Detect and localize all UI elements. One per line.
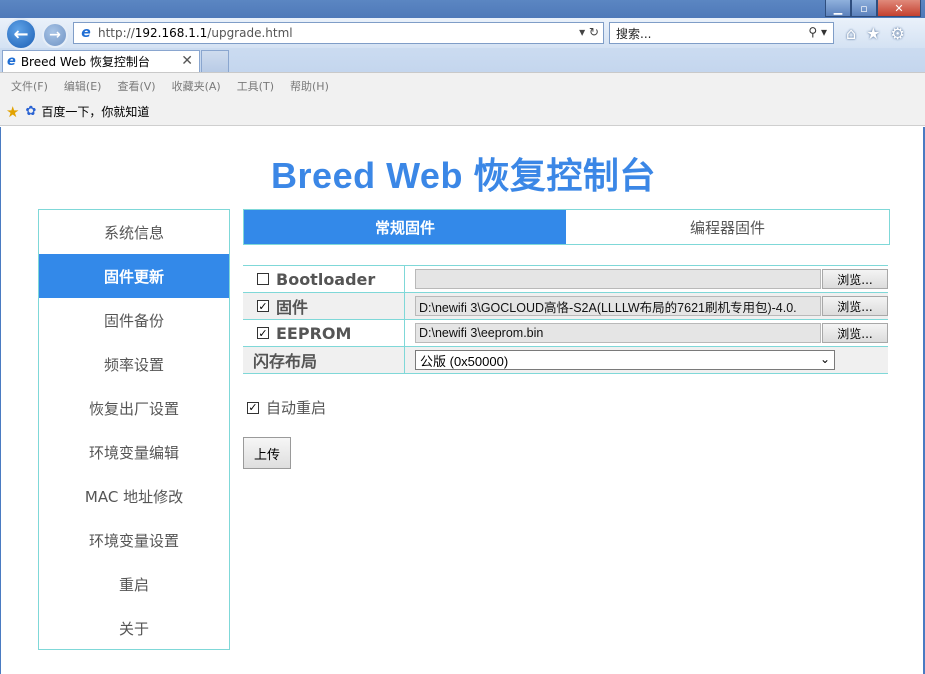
bootloader-label-cell: Bootloader (243, 266, 405, 292)
row-flash-layout: 闪存布局 公版 (0x50000) ⌄ (243, 347, 888, 374)
firmware-tabs: 常规固件 编程器固件 (243, 209, 890, 245)
browser-chrome: ▁ ▫ ✕ ← → e http://192.168.1.1/upgrade.h… (0, 0, 925, 72)
eeprom-file-field[interactable]: D:\newifi 3\eeprom.bin (415, 323, 821, 343)
sidebar-item-firmware-update[interactable]: 固件更新 (39, 254, 229, 298)
home-icon[interactable]: ⌂ (846, 24, 856, 43)
sidebar-item-firmware-backup[interactable]: 固件备份 (39, 298, 229, 342)
sidebar-item-system-info[interactable]: 系统信息 (39, 210, 229, 254)
sidebar-item-factory-reset[interactable]: 恢复出厂设置 (39, 386, 229, 430)
favorites-bar: ★ ✿ 百度一下，你就知道 (0, 98, 925, 126)
bootloader-file-field[interactable] (415, 269, 821, 289)
bootloader-browse-button[interactable]: 浏览... (822, 269, 888, 289)
flash-layout-label: 闪存布局 (243, 347, 405, 373)
bootloader-input-cell: 浏览... (405, 266, 888, 292)
browser-tab-title: Breed Web 恢复控制台 (20, 55, 150, 69)
auto-reboot-checkbox[interactable]: ✓ (247, 401, 259, 414)
firmware-file-field[interactable]: D:\newifi 3\GOCLOUD高恪-S2A(LLLLW布局的7621刷机… (415, 296, 821, 316)
url-path: /upgrade.html (207, 26, 293, 40)
firmware-label: 固件 (276, 298, 309, 317)
firmware-checkbox[interactable]: ✓ (257, 300, 269, 312)
search-icon[interactable]: ⚲ ▾ (808, 25, 827, 39)
arrow-right-icon: → (49, 27, 61, 43)
sidebar-item-about[interactable]: 关于 (39, 606, 229, 650)
menu-view[interactable]: 查看(V) (117, 78, 155, 94)
close-button[interactable]: ✕ (877, 0, 921, 17)
sidebar-item-env-settings[interactable]: 环境变量设置 (39, 518, 229, 562)
baidu-paw-icon: ✿ (25, 104, 37, 119)
arrow-left-icon: ← (13, 23, 29, 45)
eeprom-checkbox[interactable]: ✓ (257, 327, 269, 339)
sidebar-item-reboot[interactable]: 重启 (39, 562, 229, 606)
chevron-down-icon: ⌄ (819, 352, 830, 366)
sidebar-item-frequency[interactable]: 频率设置 (39, 342, 229, 386)
refresh-icon[interactable]: ▾ ↻ (579, 25, 599, 39)
minimize-button[interactable]: ▁ (825, 0, 851, 17)
auto-reboot-option[interactable]: ✓ 自动重启 (247, 397, 326, 418)
flash-layout-selected: 公版 (0x50000) (420, 353, 509, 369)
firmware-input-cell: D:\newifi 3\GOCLOUD高恪-S2A(LLLLW布局的7621刷机… (405, 293, 888, 319)
gear-icon[interactable]: ⚙ (891, 24, 905, 43)
eeprom-label-cell: ✓ EEPROM (243, 320, 405, 346)
address-bar[interactable]: e http://192.168.1.1/upgrade.html ▾ ↻ (73, 22, 604, 44)
bootloader-label: Bootloader (276, 269, 376, 289)
url-host: 192.168.1.1 (134, 26, 208, 40)
menu-file[interactable]: 文件(F) (11, 78, 48, 94)
url-prefix: http:// (98, 26, 135, 40)
star-icon[interactable]: ★ (866, 24, 880, 43)
firmware-label-cell: ✓ 固件 (243, 293, 405, 319)
row-eeprom: ✓ EEPROM D:\newifi 3\eeprom.bin 浏览... (243, 320, 888, 347)
sidebar-item-env-edit[interactable]: 环境变量编辑 (39, 430, 229, 474)
forward-button[interactable]: → (42, 22, 68, 48)
sidebar-nav: 系统信息 固件更新 固件备份 频率设置 恢复出厂设置 环境变量编辑 MAC 地址… (38, 209, 230, 650)
browser-tab[interactable]: e Breed Web 恢复控制台 ✕ (2, 50, 200, 72)
menu-tools[interactable]: 工具(T) (237, 78, 274, 94)
sidebar-item-mac-address[interactable]: MAC 地址修改 (39, 474, 229, 518)
maximize-button[interactable]: ▫ (851, 0, 877, 17)
new-tab-button[interactable] (201, 50, 229, 72)
tab-close-icon[interactable]: ✕ (181, 53, 193, 69)
tab-bar: e Breed Web 恢复控制台 ✕ (0, 48, 925, 72)
firmware-browse-button[interactable]: 浏览... (822, 296, 888, 316)
menu-help[interactable]: 帮助(H) (290, 78, 329, 94)
eeprom-input-cell: D:\newifi 3\eeprom.bin 浏览... (405, 320, 888, 346)
bootloader-checkbox[interactable] (257, 273, 269, 285)
tab-regular-firmware[interactable]: 常规固件 (244, 210, 566, 244)
title-bar: ▁ ▫ ✕ (0, 0, 925, 18)
flash-layout-select[interactable]: 公版 (0x50000) ⌄ (415, 350, 835, 370)
page-content: Breed Web 恢复控制台 系统信息 固件更新 固件备份 频率设置 恢复出厂… (0, 127, 925, 674)
browser-tools: ⌂ ★ ⚙ (846, 24, 905, 43)
search-input[interactable]: 搜索... ⚲ ▾ (609, 22, 834, 44)
ie-page-icon: e (81, 25, 91, 41)
favorites-star-icon[interactable]: ★ (6, 103, 19, 121)
eeprom-browse-button[interactable]: 浏览... (822, 323, 888, 343)
row-firmware: ✓ 固件 D:\newifi 3\GOCLOUD高恪-S2A(LLLLW布局的7… (243, 293, 888, 320)
window-controls: ▁ ▫ ✕ (825, 0, 921, 17)
auto-reboot-label: 自动重启 (266, 399, 327, 417)
navigation-bar: ← → e http://192.168.1.1/upgrade.html ▾ … (0, 18, 925, 50)
row-bootloader: Bootloader 浏览... (243, 266, 888, 293)
firmware-panel: 常规固件 编程器固件 Bootloader 浏览... ✓ 固件 D:\newi… (243, 209, 890, 469)
search-placeholder: 搜索... (616, 26, 652, 41)
menu-edit[interactable]: 编辑(E) (64, 78, 102, 94)
ie-tab-icon: e (7, 54, 16, 69)
menu-bar: 文件(F) 编辑(E) 查看(V) 收藏夹(A) 工具(T) 帮助(H) (0, 72, 925, 98)
menu-favorites[interactable]: 收藏夹(A) (172, 78, 221, 94)
address-url[interactable]: http://192.168.1.1/upgrade.html (98, 26, 293, 40)
page-title: Breed Web 恢复控制台 (271, 155, 656, 196)
upload-button[interactable]: 上传 (243, 437, 291, 469)
favorite-baidu-link[interactable]: 百度一下，你就知道 (41, 103, 149, 120)
flash-layout-input-cell: 公版 (0x50000) ⌄ (405, 347, 888, 373)
eeprom-label: EEPROM (276, 323, 352, 343)
firmware-form: Bootloader 浏览... ✓ 固件 D:\newifi 3\GOCLOU… (243, 265, 888, 374)
tab-programmer-firmware[interactable]: 编程器固件 (566, 210, 889, 244)
back-button[interactable]: ← (5, 18, 37, 50)
